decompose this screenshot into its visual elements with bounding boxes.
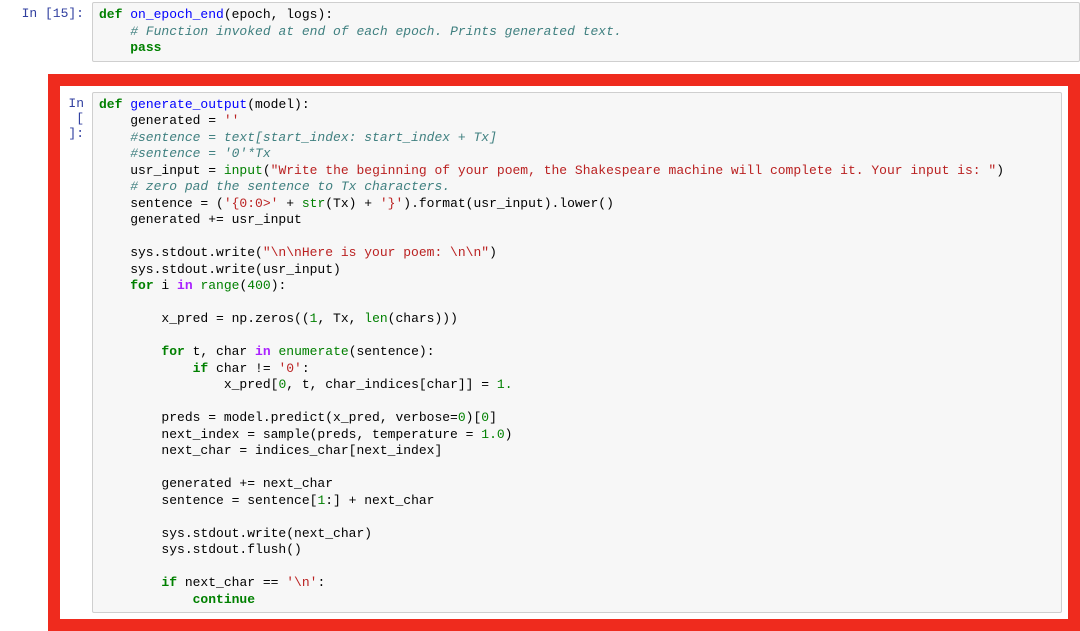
comment: #sentence = text[start_index: start_inde… [99, 130, 497, 145]
keyword-def: def [99, 7, 122, 22]
code-text [99, 344, 161, 359]
code-text: , Tx, [317, 311, 364, 326]
code-text: next_index = sample(preds, temperature = [99, 427, 481, 442]
number: 400 [247, 278, 270, 293]
keyword-if: if [161, 575, 177, 590]
keyword-if: if [193, 361, 209, 376]
code-text: (sentence): [349, 344, 435, 359]
code-text: ) [489, 245, 497, 260]
code-cell-15[interactable]: In [15]: def on_epoch_end(epoch, logs): … [0, 0, 1080, 64]
code-text: sys.stdout.write( [99, 245, 263, 260]
code-text: )[ [466, 410, 482, 425]
code-text: sys.stdout.flush() [99, 542, 302, 557]
cell-prompt: In [ ]: [60, 92, 92, 614]
code-text [99, 361, 193, 376]
code-text: :] + next_char [325, 493, 434, 508]
number: 0 [481, 410, 489, 425]
code-text: x_pred = np.zeros(( [99, 311, 310, 326]
keyword-pass: pass [130, 40, 161, 55]
number: 1. [497, 377, 513, 392]
keyword-for: for [161, 344, 184, 359]
code-text: preds = model.predict(x_pred, verbose= [99, 410, 458, 425]
code-text: , t, char_indices[char]] = [286, 377, 497, 392]
func-name: generate_output [130, 97, 247, 112]
code-text: ).format(usr_input).lower() [403, 196, 614, 211]
code-text: (model): [247, 97, 309, 112]
comment: #sentence = '0'*Tx [99, 146, 271, 161]
string-literal: '0' [278, 361, 301, 376]
builtin: len [364, 311, 387, 326]
code-text: char != [208, 361, 278, 376]
keyword-in: in [255, 344, 271, 359]
keyword-in: in [177, 278, 193, 293]
code-text: ): [271, 278, 287, 293]
code-text: t, char [185, 344, 255, 359]
number: 1.0 [481, 427, 504, 442]
code-text: (epoch, logs): [224, 7, 333, 22]
code-text: generated = [99, 113, 224, 128]
code-text [99, 278, 130, 293]
code-text: (chars))) [388, 311, 458, 326]
highlight-box: In [ ]: def generate_output(model): gene… [48, 74, 1080, 631]
builtin: str [302, 196, 325, 211]
keyword-for: for [130, 278, 153, 293]
code-text: : [302, 361, 310, 376]
code-text: x_pred[ [99, 377, 278, 392]
cell-prompt: In [15]: [0, 2, 92, 62]
keyword-continue: continue [193, 592, 255, 607]
code-text: ( [263, 163, 271, 178]
builtin: input [224, 163, 263, 178]
comment: # zero pad the sentence to Tx characters… [99, 179, 450, 194]
code-text: sentence = sentence[ [99, 493, 317, 508]
keyword-def: def [99, 97, 122, 112]
code-text: ) [996, 163, 1004, 178]
code-text: ) [505, 427, 513, 442]
code-text: (Tx) + [325, 196, 380, 211]
code-text: ] [489, 410, 497, 425]
builtin: range [200, 278, 239, 293]
notebook: In [15]: def on_epoch_end(epoch, logs): … [0, 0, 1080, 631]
string-literal: "Write the beginning of your poem, the S… [271, 163, 997, 178]
code-text [99, 592, 193, 607]
code-text: usr_input = [99, 163, 224, 178]
string-literal: '\n' [286, 575, 317, 590]
code-input-area[interactable]: def generate_output(model): generated = … [92, 92, 1062, 614]
code-text: sys.stdout.write(usr_input) [99, 262, 341, 277]
code-text: : [317, 575, 325, 590]
code-block[interactable]: def generate_output(model): generated = … [99, 97, 1055, 609]
code-text: + [278, 196, 301, 211]
code-text: generated += next_char [99, 476, 333, 491]
builtin: enumerate [278, 344, 348, 359]
code-text: next_char = indices_char[next_index] [99, 443, 442, 458]
func-name: on_epoch_end [130, 7, 224, 22]
code-block[interactable]: def on_epoch_end(epoch, logs): # Functio… [99, 7, 1073, 57]
code-input-area[interactable]: def on_epoch_end(epoch, logs): # Functio… [92, 2, 1080, 62]
code-text: sentence = ( [99, 196, 224, 211]
code-text [99, 575, 161, 590]
code-text: next_char == [177, 575, 286, 590]
comment: # Function invoked at end of each epoch.… [130, 24, 621, 39]
code-cell-next[interactable]: In [ ]: def generate_output(model): gene… [60, 86, 1068, 620]
number: 0 [458, 410, 466, 425]
string-literal: '}' [380, 196, 403, 211]
code-text: generated += usr_input [99, 212, 302, 227]
code-text: sys.stdout.write(next_char) [99, 526, 372, 541]
string-literal: "\n\nHere is your poem: \n\n" [263, 245, 489, 260]
string-literal: '' [224, 113, 240, 128]
string-literal: '{0:0>' [224, 196, 279, 211]
code-text: i [154, 278, 177, 293]
